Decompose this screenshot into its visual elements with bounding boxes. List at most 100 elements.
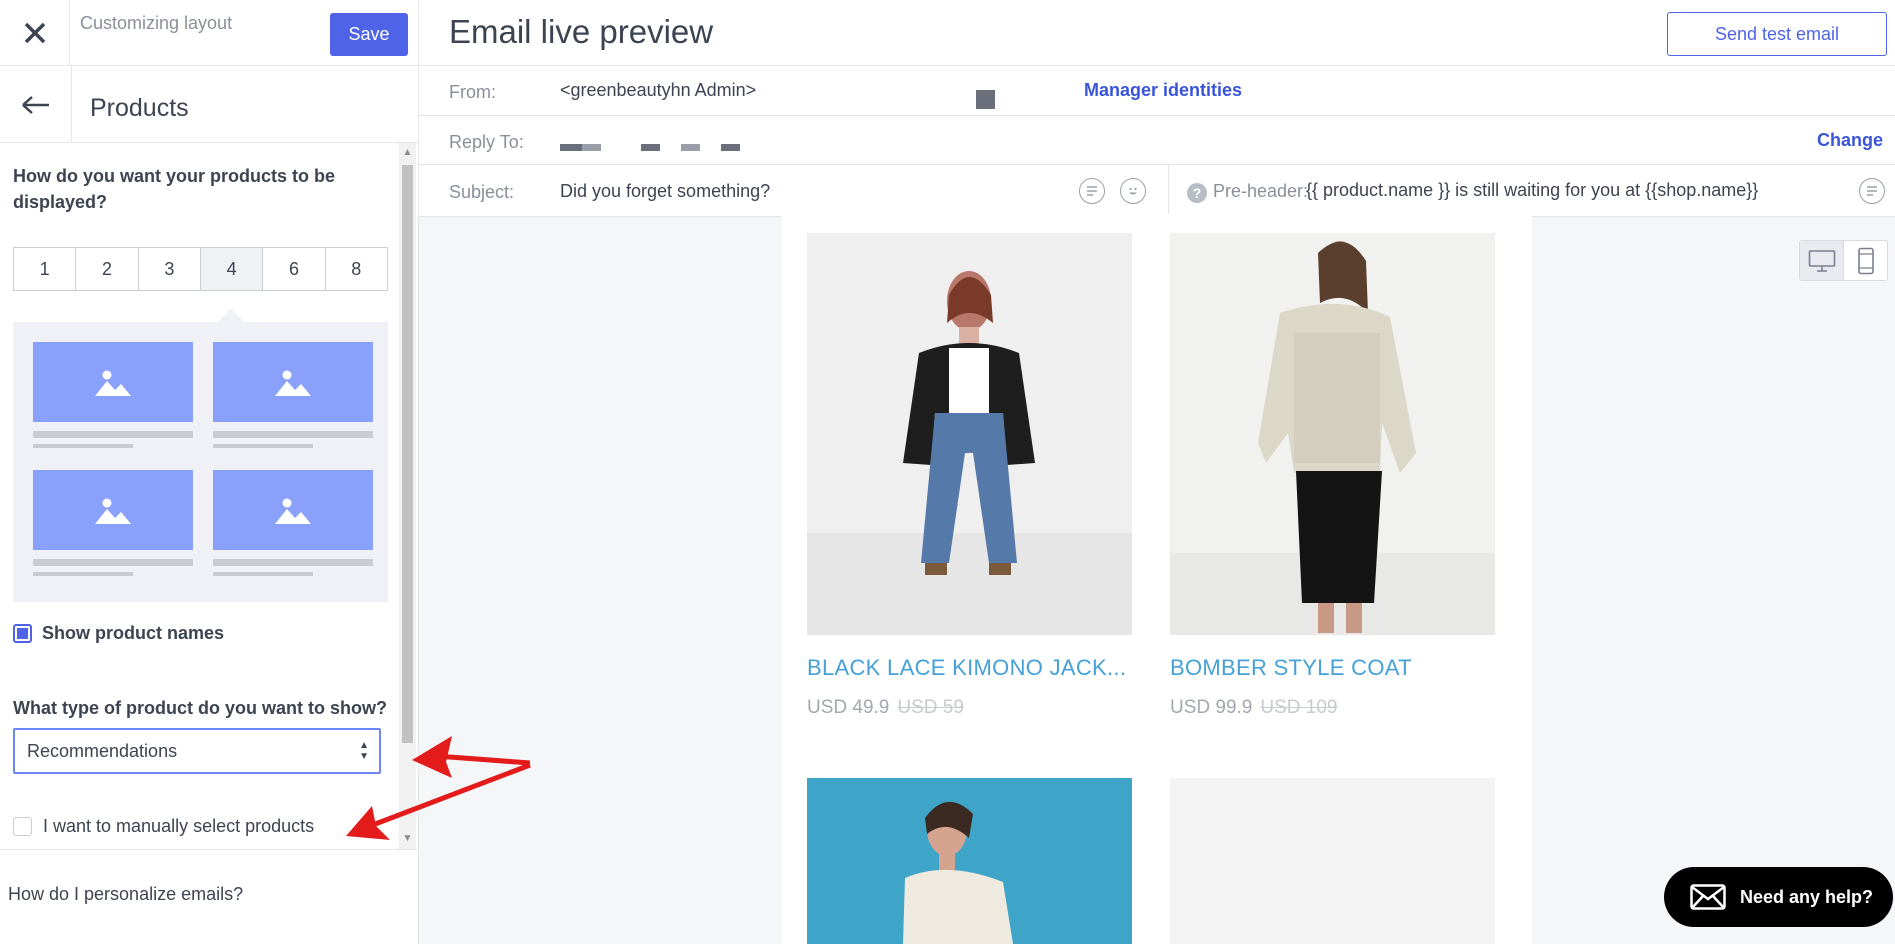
columns-option-1[interactable]: 1 <box>14 248 77 290</box>
subject-input[interactable]: Did you forget something? <box>560 181 770 202</box>
change-reply-to-link[interactable]: Change <box>1817 130 1883 151</box>
redacted-block <box>976 90 995 109</box>
image-placeholder-icon <box>213 342 373 422</box>
image-placeholder-icon <box>213 470 373 550</box>
preheader-label: Pre-header: <box>1213 181 1309 201</box>
scroll-down-icon[interactable]: ▼ <box>402 832 413 846</box>
show-product-names-toggle[interactable]: Show product names <box>13 623 224 644</box>
redacted-block <box>681 144 700 151</box>
product-name[interactable]: BOMBER STYLE COAT <box>1170 655 1500 681</box>
help-chat-label: Need any help? <box>1740 886 1874 907</box>
help-chat-button[interactable]: Need any help? <box>1664 867 1893 927</box>
scroll-up-icon[interactable]: ▲ <box>402 146 413 160</box>
variables-icon[interactable] <box>1079 178 1105 204</box>
manual-select-checkbox[interactable] <box>13 817 32 836</box>
reply-to-row: Reply To: Change <box>419 116 1895 165</box>
show-product-names-checkbox[interactable] <box>13 624 32 643</box>
product-image[interactable] <box>1170 233 1495 635</box>
personalize-help-link[interactable]: How do I personalize emails? <box>8 884 243 905</box>
select-arrows-icon: ▲ ▼ <box>359 740 369 762</box>
image-placeholder-icon <box>33 470 193 550</box>
back-button[interactable] <box>0 66 72 143</box>
arrow-left-icon <box>21 95 49 114</box>
product-current-price: USD 49.9 <box>807 697 890 718</box>
product-price: USD 49.9 USD 59 <box>807 697 1132 719</box>
placeholder-product <box>213 342 373 448</box>
product-type-select[interactable]: Recommendations ▲ ▼ <box>13 728 381 774</box>
scrollbar[interactable]: ▲ ▼ <box>399 143 416 849</box>
columns-selector: 1 2 3 4 6 8 <box>13 247 388 291</box>
placeholder-line <box>213 572 313 576</box>
email-body-preview: BLACK LACE KIMONO JACK... USD 49.9 USD 59 <box>782 214 1532 944</box>
image-placeholder-icon <box>33 342 193 422</box>
placeholder-line <box>33 444 133 448</box>
section-title: Products <box>90 94 189 122</box>
send-test-email-button[interactable]: Send test email <box>1667 12 1887 56</box>
subject-row: Subject: Did you forget something? ? Pre… <box>419 165 1895 217</box>
placeholder-line <box>213 431 373 438</box>
product-current-price: USD 99.9 <box>1170 697 1253 718</box>
from-row: From: <greenbeautyhn Admin> Manager iden… <box>419 66 1895 116</box>
divider <box>1168 165 1169 217</box>
manager-identities-link[interactable]: Manager identities <box>1084 80 1242 101</box>
manual-select-toggle[interactable]: I want to manually select products <box>13 816 314 837</box>
preheader-input[interactable]: {{ product.name }} is still waiting for … <box>1306 180 1758 201</box>
variables-icon[interactable] <box>1859 178 1885 204</box>
placeholder-line <box>33 431 193 438</box>
sidebar-title: Customizing layout <box>80 13 233 33</box>
columns-option-2[interactable]: 2 <box>76 248 139 290</box>
product-price: USD 99.9 USD 109 <box>1170 697 1495 719</box>
help-footer: How do I personalize emails? <box>0 849 419 944</box>
subject-label: Subject: <box>449 182 515 202</box>
mail-icon <box>1690 884 1726 910</box>
email-preview-area: Email live preview Send test email From:… <box>419 0 1895 944</box>
close-icon <box>24 22 45 44</box>
mobile-icon <box>1857 247 1874 274</box>
layout-preview-pointer <box>217 309 245 323</box>
desktop-icon <box>1808 249 1835 272</box>
reply-to-label: Reply To: <box>449 132 524 152</box>
product-image[interactable] <box>807 233 1132 635</box>
show-product-names-label: Show product names <box>42 623 225 643</box>
placeholder-line <box>33 572 133 576</box>
help-icon[interactable]: ? <box>1187 183 1207 203</box>
product-name[interactable]: BLACK LACE KIMONO JACK... <box>807 655 1137 681</box>
scrollbar-thumb[interactable] <box>402 165 413 743</box>
columns-option-6[interactable]: 6 <box>263 248 326 290</box>
section-header: Products <box>0 66 419 143</box>
product-image[interactable] <box>807 778 1132 944</box>
placeholder-line <box>213 559 373 566</box>
layout-preview <box>13 322 388 602</box>
redacted-block <box>641 144 660 151</box>
columns-option-8[interactable]: 8 <box>326 248 387 290</box>
product-card[interactable] <box>1170 778 1495 944</box>
preview-header: Email live preview Send test email <box>419 0 1895 66</box>
placeholder-product <box>33 470 193 576</box>
columns-option-3[interactable]: 3 <box>139 248 201 290</box>
mobile-view-button[interactable] <box>1844 241 1887 280</box>
redacted-block <box>560 144 582 151</box>
save-button[interactable]: Save <box>330 13 408 56</box>
emoji-icon[interactable] <box>1120 178 1146 204</box>
placeholder-line <box>33 559 193 566</box>
product-card[interactable]: BOMBER STYLE COAT USD 99.9 USD 109 <box>1170 233 1495 719</box>
settings-panel: How do you want your products to be disp… <box>0 143 419 849</box>
product-card[interactable]: BLACK LACE KIMONO JACK... USD 49.9 USD 59 <box>807 233 1132 719</box>
checkbox-checked-mark <box>17 628 28 639</box>
product-type-value: Recommendations <box>27 740 178 761</box>
page-title: Email live preview <box>449 13 714 50</box>
product-card[interactable] <box>807 778 1132 944</box>
product-old-price: USD 109 <box>1260 697 1338 718</box>
desktop-view-button[interactable] <box>1800 241 1844 280</box>
device-toggle <box>1799 240 1888 281</box>
close-button[interactable] <box>0 0 70 66</box>
sidebar-topbar: Customizing layout Save <box>0 0 419 66</box>
columns-option-4[interactable]: 4 <box>200 248 264 290</box>
product-image[interactable] <box>1170 778 1495 944</box>
product-type-question: What type of product do you want to show… <box>13 698 387 718</box>
redacted-block <box>582 144 601 151</box>
layout-sidebar: Customizing layout Save Products How do … <box>0 0 419 944</box>
placeholder-product <box>213 470 373 576</box>
redacted-block <box>721 144 740 151</box>
from-value[interactable]: <greenbeautyhn Admin> <box>560 80 756 101</box>
